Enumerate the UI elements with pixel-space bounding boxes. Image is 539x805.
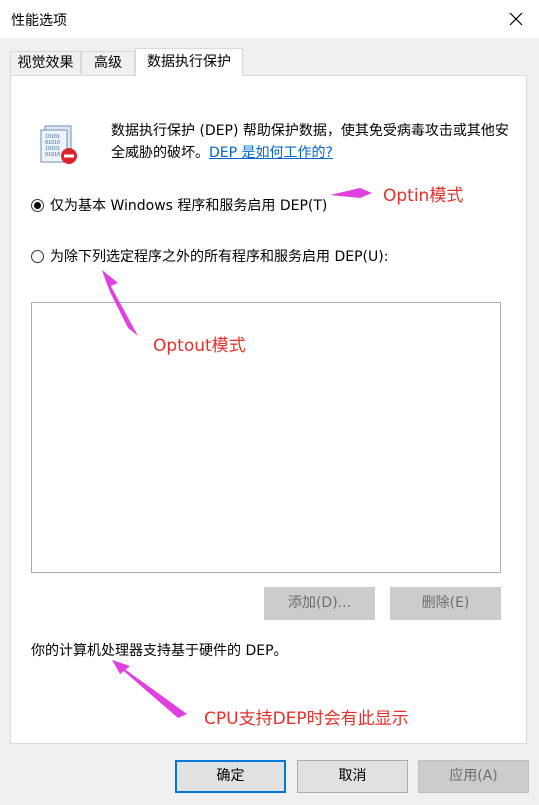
tab-visual-effects[interactable]: 视觉效果 (10, 51, 81, 74)
dep-shield-icon: 10101 01010 10101 01010 (40, 125, 77, 164)
radio-optin[interactable] (31, 198, 44, 212)
radio-optout[interactable] (31, 249, 44, 263)
tab-dep[interactable]: 数据执行保护 (135, 48, 243, 76)
apply-button[interactable]: 应用(A) (418, 760, 529, 793)
tab-advanced[interactable]: 高级 (81, 51, 135, 74)
add-button[interactable]: 添加(D)... (264, 587, 375, 620)
dep-description: 数据执行保护 (DEP) 帮助保护数据，使其免受病毒攻击或其他安全威胁的破坏。D… (111, 120, 511, 164)
annotation-optout: Optout模式 (153, 336, 246, 356)
dep-panel: 10101 01010 10101 01010 数据执行保护 (DEP) 帮助保… (10, 75, 527, 744)
radio-optout-row[interactable]: 为除下列选定程序之外的所有程序和服务启用 DEP(U): (31, 246, 388, 266)
close-button[interactable] (493, 0, 539, 38)
annotation-cpu: CPU支持DEP时会有此显示 (204, 709, 409, 729)
ok-button[interactable]: 确定 (175, 760, 286, 793)
svg-text:01010: 01010 (45, 152, 60, 158)
dep-help-link[interactable]: DEP 是如何工作的? (209, 145, 333, 161)
remove-button[interactable]: 删除(E) (390, 587, 501, 620)
excluded-programs-list[interactable] (31, 302, 501, 573)
cpu-support-text: 你的计算机处理器支持基于硬件的 DEP。 (31, 643, 288, 659)
radio-optout-label: 为除下列选定程序之外的所有程序和服务启用 DEP(U): (50, 249, 389, 265)
title-bar: 性能选项 (0, 0, 539, 38)
window-title: 性能选项 (11, 13, 67, 29)
radio-optin-label: 仅为基本 Windows 程序和服务启用 DEP(T) (50, 198, 328, 214)
close-icon (509, 12, 523, 26)
radio-optin-row[interactable]: 仅为基本 Windows 程序和服务启用 DEP(T) (31, 195, 327, 215)
cancel-button[interactable]: 取消 (297, 760, 408, 793)
annotation-optin: Optin模式 (383, 186, 464, 206)
